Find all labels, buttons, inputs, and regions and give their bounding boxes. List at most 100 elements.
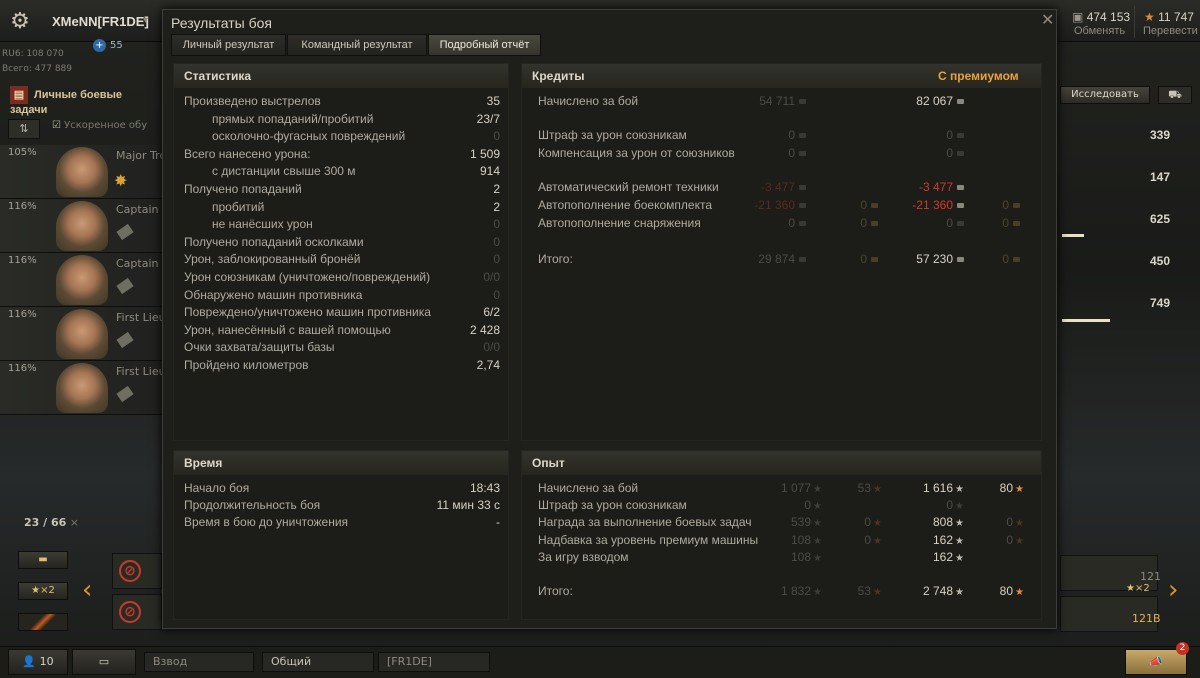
medal-icon: ✸ xyxy=(114,171,128,190)
exp-label: Итого: xyxy=(538,584,573,598)
messages-button[interactable]: ▭ xyxy=(72,649,136,675)
param-value: 147 xyxy=(1150,170,1171,184)
credit-label: Начислено за бой xyxy=(538,94,639,108)
vehicle-slot[interactable]: ⊘ xyxy=(112,594,162,630)
vehicle-name: 121В xyxy=(1132,612,1161,625)
gold-base: 0 xyxy=(820,216,878,230)
stat-label: прямых попаданий/пробитий xyxy=(212,111,374,126)
exp-label: Награда за выполнение боевых задач xyxy=(538,515,752,529)
platoon-channel[interactable]: Взвод xyxy=(144,652,254,672)
credit-premium: 0 xyxy=(872,146,964,160)
stat-value: 0/0 xyxy=(483,340,500,355)
exchange-link[interactable]: Обменять xyxy=(1074,25,1125,37)
tab-team[interactable]: Командный результат xyxy=(287,34,427,56)
clan-channel[interactable]: [FR1DE] xyxy=(378,652,490,672)
crew-member[interactable]: 105% Major Tre ✸ xyxy=(0,145,162,199)
exp-premium: 162 ★ xyxy=(933,533,964,547)
stat-label: Урон, заблокированный бронёй xyxy=(184,252,361,267)
chevron-right-icon[interactable]: › xyxy=(1168,575,1178,605)
tank-filter-button[interactable]: ▬ xyxy=(18,551,68,569)
exp-label: Начислено за бой xyxy=(538,481,639,495)
stat-value: 0 xyxy=(493,287,500,302)
shell-icon xyxy=(116,385,134,403)
transfer-link[interactable]: Перевести xyxy=(1143,25,1198,37)
crew-skill-pct: 116% xyxy=(8,201,37,212)
friends-button[interactable]: 👤 10 xyxy=(8,649,68,675)
credits-value: 474 153 xyxy=(1086,10,1131,24)
credits-icon xyxy=(799,99,806,105)
credits-title: Кредиты xyxy=(532,69,585,83)
crew-member[interactable]: 116% First Lieu xyxy=(0,307,162,361)
gold-balance: ★ 11 747 xyxy=(1144,10,1194,24)
stat-label: Получено попаданий xyxy=(184,182,302,196)
credit-base: 54 711 xyxy=(722,94,806,108)
chevron-left-icon[interactable]: ‹ xyxy=(82,575,92,605)
stat-label: с дистанции свыше 300 м xyxy=(212,164,356,179)
stat-value: 2 xyxy=(493,182,500,196)
time-value: 18:43 xyxy=(469,481,500,495)
star-icon: ★ xyxy=(955,501,964,512)
accelerated-training[interactable]: ☑ Ускоренное обу xyxy=(52,120,147,131)
close-icon[interactable]: × xyxy=(70,516,79,529)
clan-points-value: 55 xyxy=(110,40,123,51)
star-icon: ★ xyxy=(31,585,41,596)
credits-icon xyxy=(957,151,964,157)
close-icon[interactable]: ✕ xyxy=(1041,10,1054,29)
premium-filter-button[interactable] xyxy=(18,613,68,631)
stat-label: Обнаружено машин противника xyxy=(184,287,363,302)
settings-gear-icon[interactable]: ⚙ xyxy=(6,8,34,36)
star-icon: ★ xyxy=(1015,518,1024,529)
tech-tree-icon[interactable]: ⛟ xyxy=(1158,86,1192,104)
exp-premium: 1 616 ★ xyxy=(923,481,964,495)
stat-label: Повреждено/уничтожено машин противника xyxy=(184,305,431,320)
clan-points[interactable]: +55 xyxy=(93,39,123,52)
param-value: 749 xyxy=(1150,296,1171,310)
star-icon: ★ xyxy=(813,501,822,512)
general-channel[interactable]: Общий xyxy=(262,652,374,672)
credit-label: Автопополнение боекомплекта xyxy=(538,198,712,212)
exp-premium: 162 ★ xyxy=(933,550,964,564)
credit-premium: 82 067 xyxy=(872,94,964,108)
shell-icon xyxy=(116,223,134,241)
vehicle-counter: 23 / 66 × xyxy=(24,516,79,529)
credits-icon xyxy=(957,99,964,105)
not-allowed-icon: ⊘ xyxy=(119,560,141,582)
stat-value: 914 xyxy=(479,164,500,179)
crew-skill-pct: 116% xyxy=(8,309,37,320)
experience-list: Начислено за бой 1 077 ★ 53 ★ 1 616 ★ 80 ★ Штраф … xyxy=(522,481,1043,617)
stat-value: 0 xyxy=(493,217,500,232)
crew-rank: Major Tre xyxy=(116,149,162,162)
star-icon: ★ xyxy=(955,536,964,547)
crew-member[interactable]: 116% Captain N xyxy=(0,253,162,307)
exp-premium: 808 ★ xyxy=(933,515,964,529)
friends-count: 10 xyxy=(39,655,54,668)
time-title: Время xyxy=(174,451,508,475)
stats-list: Произведено выстрелов 35 прямых попаданий/… xyxy=(174,94,510,434)
crew-member[interactable]: 116% First Lieu xyxy=(0,361,162,415)
checkbox-icon: ☑ xyxy=(52,120,61,131)
crew-portrait xyxy=(56,201,108,251)
crew-member[interactable]: 116% Captain S xyxy=(0,199,162,253)
battle-results-window: Результаты боя ✕ Личный результат Команд… xyxy=(162,9,1057,629)
credits-list: Начислено за бой 54 711 82 067 Штраф за уро… xyxy=(522,94,1043,434)
x2-filter-button[interactable]: ★×2 xyxy=(18,582,68,600)
stat-value: 2 xyxy=(493,199,500,214)
rating-text: RU6: 108 070 xyxy=(2,49,64,59)
divider xyxy=(1134,6,1135,38)
stat-value: 6/2 xyxy=(483,305,500,320)
credit-label: Автоматический ремонт техники xyxy=(538,180,719,194)
crew-toggle-icon[interactable]: ⇅ xyxy=(8,119,40,139)
param-value: 625 xyxy=(1150,212,1171,226)
chevron-down-icon[interactable]: ▾ xyxy=(143,15,148,26)
research-button[interactable]: Исследовать xyxy=(1060,86,1150,104)
vehicle-slot[interactable]: ⊘ xyxy=(112,553,162,589)
account-name[interactable]: XMeNN[FR1DE] xyxy=(52,14,149,29)
credit-base: -21 360 xyxy=(722,198,806,212)
credit-label: Штраф за урон союзникам xyxy=(538,128,687,142)
personal-missions-button[interactable]: ▤ Личные боевые задачи xyxy=(10,86,162,116)
tab-personal[interactable]: Личный результат xyxy=(171,34,286,56)
credit-base: -3 477 xyxy=(722,180,806,194)
tank-icon: ▬ xyxy=(38,554,48,565)
tab-detailed[interactable]: Подробный отчёт xyxy=(428,34,541,56)
stat-label: Получено попаданий осколками xyxy=(184,234,364,249)
